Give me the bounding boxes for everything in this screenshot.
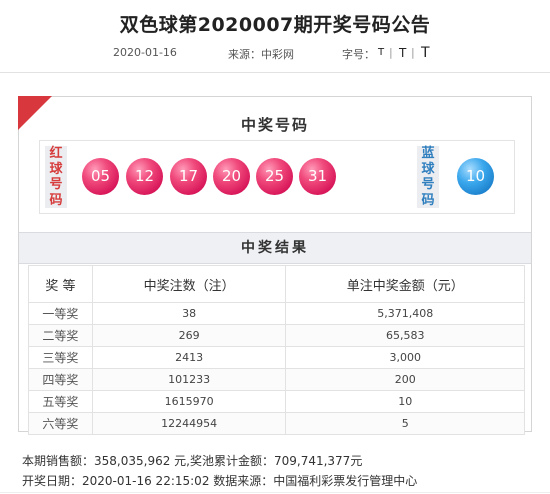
- red-ball-label: 红球号码: [45, 146, 67, 208]
- font-size-small-button[interactable]: T: [378, 47, 384, 58]
- winner-count: 38: [91, 302, 287, 325]
- prize-grade: 五等奖: [28, 390, 93, 413]
- table-header-row: 奖 等 中奖注数（注） 单注中奖金额（元）: [28, 265, 525, 303]
- red-ball: 12: [126, 158, 163, 195]
- table-row: 三等奖 2413 3,000: [28, 346, 525, 369]
- prize-grade: 三等奖: [28, 346, 93, 369]
- prize-amount: 5,371,408: [285, 302, 525, 325]
- table-row: 一等奖 38 5,371,408: [28, 302, 525, 325]
- prize-grade: 六等奖: [28, 412, 93, 435]
- column-header-count: 中奖注数（注）: [91, 265, 287, 303]
- prize-amount: 3,000: [285, 346, 525, 369]
- font-size-large-button[interactable]: T: [421, 45, 430, 61]
- table-row: 四等奖 101233 200: [28, 368, 525, 391]
- results-title: 中奖结果: [19, 232, 531, 264]
- table-row: 二等奖 269 65,583: [28, 324, 525, 347]
- red-ball: 20: [213, 158, 250, 195]
- prize-grade: 四等奖: [28, 368, 93, 391]
- prize-grade: 二等奖: [28, 324, 93, 347]
- column-header-amount: 单注中奖金额（元）: [285, 265, 525, 303]
- separator: |: [411, 46, 415, 59]
- red-ball: 25: [256, 158, 293, 195]
- table-row: 五等奖 1615970 10: [28, 390, 525, 413]
- font-size-medium-button[interactable]: T: [399, 46, 406, 60]
- prize-amount: 65,583: [285, 324, 525, 347]
- winner-count: 12244954: [91, 412, 287, 435]
- prize-amount: 200: [285, 368, 525, 391]
- winner-count: 2413: [91, 346, 287, 369]
- footer-divider: [0, 492, 550, 493]
- publish-date: 2020-01-16: [113, 46, 177, 59]
- winning-numbers-title: 中奖号码: [240, 116, 309, 134]
- prize-table: 奖 等 中奖注数（注） 单注中奖金额（元） 一等奖 38 5,371,408 二…: [28, 265, 525, 435]
- winner-count: 1615970: [91, 390, 287, 413]
- red-ball: 17: [170, 158, 207, 195]
- prize-grade: 一等奖: [28, 302, 93, 325]
- prize-amount: 5: [285, 412, 525, 435]
- separator: |: [389, 46, 393, 59]
- font-size-label: 字号：: [342, 48, 375, 61]
- column-header-grade: 奖 等: [28, 265, 93, 303]
- header-divider: [0, 72, 550, 73]
- blue-ball: 10: [457, 158, 494, 195]
- table-row: 六等奖 12244954 5: [28, 412, 525, 435]
- red-ball: 31: [299, 158, 336, 195]
- blue-ball-label: 蓝球号码: [417, 146, 439, 208]
- sales-summary: 本期销售额：358,035,962 元,奖池累计金额：709,741,377元: [22, 454, 363, 468]
- source-text: 来源：中彩网: [228, 48, 294, 61]
- red-ball: 05: [82, 158, 119, 195]
- page-title: 双色球第2020007期开奖号码公告: [119, 14, 431, 36]
- prize-amount: 10: [285, 390, 525, 413]
- article-meta: 2020-01-16 来源：中彩网 字号： T | T | T: [0, 45, 550, 62]
- winner-count: 101233: [91, 368, 287, 391]
- draw-info: 开奖日期：2020-01-16 22:15:02 数据来源：中国福利彩票发行管理…: [22, 474, 418, 488]
- winner-count: 269: [91, 324, 287, 347]
